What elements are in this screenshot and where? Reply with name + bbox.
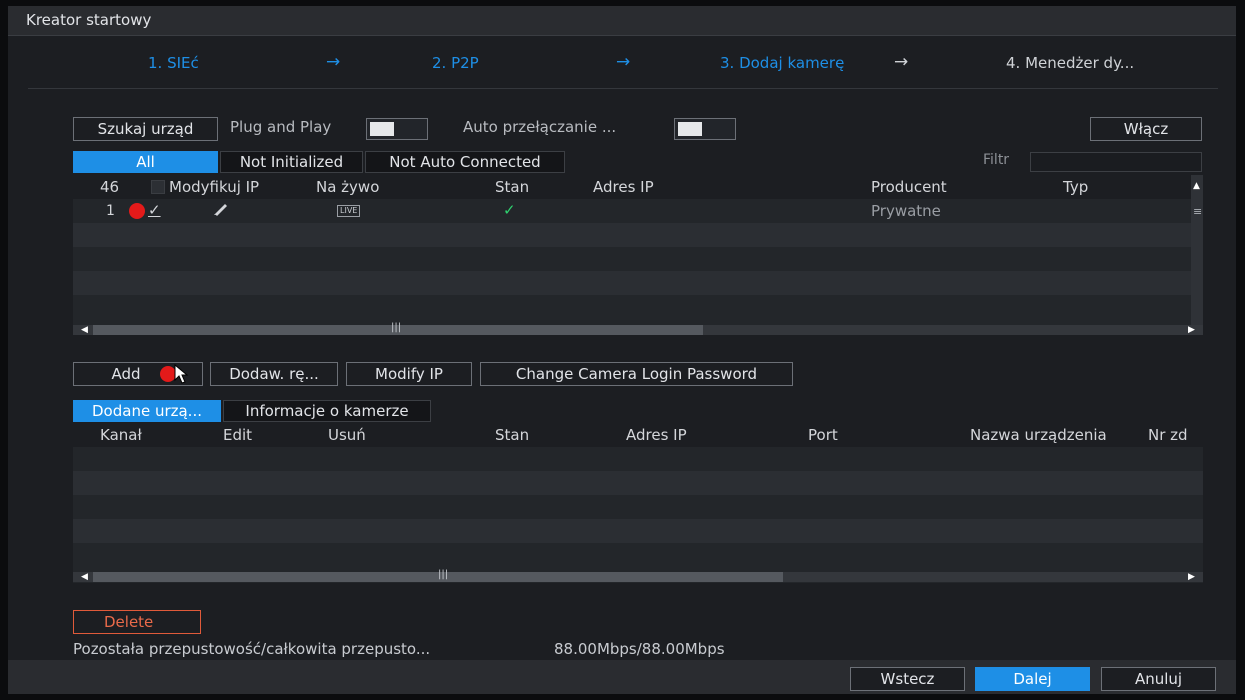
table-row[interactable]: [73, 247, 1203, 271]
step-divider: [28, 88, 1218, 89]
modify-ip-button[interactable]: Modify IP: [346, 362, 472, 386]
horizontal-scrollbar[interactable]: ◀ ||| ▶: [73, 569, 1203, 582]
cancel-button[interactable]: Anuluj: [1101, 667, 1216, 691]
col-port[interactable]: Port: [808, 426, 838, 444]
tab-not-auto-connected[interactable]: Not Auto Connected: [365, 151, 565, 173]
col-channel[interactable]: Kanał: [100, 426, 142, 444]
mouse-cursor-icon: [174, 363, 190, 388]
vertical-scrollbar[interactable]: ▲ ≡: [1191, 175, 1203, 325]
step-p2p[interactable]: 2. P2P: [432, 54, 479, 72]
auto-switch-toggle[interactable]: [674, 118, 736, 140]
table-header: 46 Modyfikuj IP Na żywo Stan Adres IP Pr…: [73, 175, 1203, 199]
row-manufacturer: Prywatne: [871, 202, 941, 220]
live-icon[interactable]: LIVE: [337, 205, 361, 217]
table-row[interactable]: [73, 543, 1203, 567]
horizontal-scrollbar[interactable]: ◀ ||| ▶: [73, 322, 1203, 335]
col-serial-number[interactable]: Nr zd: [1148, 426, 1188, 444]
startup-wizard-window: Kreator startowy 1. SIEć → 2. P2P → 3. D…: [8, 6, 1236, 694]
click-marker-icon: [129, 203, 145, 219]
tab-camera-info[interactable]: Informacje o kamerze: [223, 400, 431, 422]
table-row[interactable]: [73, 519, 1203, 543]
wizard-footer: Wstecz Dalej Anuluj: [8, 660, 1236, 694]
delete-button[interactable]: Delete: [73, 610, 201, 634]
title-bar: Kreator startowy: [8, 6, 1236, 36]
search-device-button[interactable]: Szukaj urząd: [73, 117, 218, 141]
step-network[interactable]: 1. SIEć: [148, 54, 199, 72]
col-live[interactable]: Na żywo: [316, 178, 379, 196]
plug-and-play-label: Plug and Play: [230, 118, 332, 136]
next-button[interactable]: Dalej: [975, 667, 1090, 691]
table-row[interactable]: 1 ✓ LIVE ✓ Prywatne: [73, 199, 1203, 223]
step-arrow-icon: →: [326, 52, 341, 72]
tab-all[interactable]: All: [73, 151, 218, 173]
added-devices-table: Kanał Edit Usuń Stan Adres IP Port Nazwa…: [73, 423, 1203, 583]
toggle-knob: [678, 122, 702, 136]
scroll-left-icon[interactable]: ◀: [81, 572, 88, 582]
manual-add-button[interactable]: Dodaw. rę...: [210, 362, 338, 386]
col-modify-ip[interactable]: Modyfikuj IP: [169, 178, 259, 196]
filter-label: Filtr: [983, 152, 1010, 168]
change-camera-password-button[interactable]: Change Camera Login Password: [480, 362, 793, 386]
col-status[interactable]: Stan: [495, 426, 529, 444]
scroll-right-icon[interactable]: ▶: [1188, 572, 1195, 582]
col-edit[interactable]: Edit: [223, 426, 252, 444]
search-results-table: 46 Modyfikuj IP Na żywo Stan Adres IP Pr…: [73, 175, 1203, 335]
bandwidth-label: Pozostała przepustowość/całkowita przepu…: [73, 640, 431, 658]
col-status[interactable]: Stan: [495, 178, 529, 196]
scroll-left-icon[interactable]: ◀: [81, 325, 88, 335]
table-row[interactable]: [73, 271, 1203, 295]
table-row[interactable]: [73, 471, 1203, 495]
step-disk-manager[interactable]: 4. Menedżer dy...: [1006, 54, 1134, 72]
col-device-name[interactable]: Nazwa urządzenia: [970, 426, 1107, 444]
toggle-knob: [370, 122, 394, 136]
window-title: Kreator startowy: [26, 11, 152, 29]
select-all-checkbox[interactable]: [151, 180, 165, 194]
table-row[interactable]: [73, 447, 1203, 471]
device-count: 46: [100, 178, 120, 196]
col-ip-address[interactable]: Adres IP: [626, 426, 687, 444]
table-row[interactable]: [73, 295, 1203, 319]
wizard-steps: 1. SIEć → 2. P2P → 3. Dodaj kamerę → 4. …: [8, 52, 1236, 80]
scroll-right-icon[interactable]: ▶: [1188, 325, 1195, 335]
step-add-camera[interactable]: 3. Dodaj kamerę: [720, 54, 844, 72]
scroll-grip-icon[interactable]: |||: [391, 322, 401, 333]
edit-pencil-icon[interactable]: [213, 202, 229, 220]
auto-switch-label: Auto przełączanie ...: [463, 118, 617, 136]
step-arrow-icon: →: [894, 52, 909, 72]
step-arrow-icon: →: [616, 52, 631, 72]
col-manufacturer[interactable]: Producent: [871, 178, 947, 196]
filter-input[interactable]: [1030, 152, 1202, 172]
tab-added-devices[interactable]: Dodane urzą...: [73, 400, 221, 422]
col-type[interactable]: Typ: [1063, 178, 1088, 196]
col-delete[interactable]: Usuń: [328, 426, 366, 444]
bandwidth-value: 88.00Mbps/88.00Mbps: [554, 640, 725, 658]
table-header: Kanał Edit Usuń Stan Adres IP Port Nazwa…: [73, 423, 1203, 447]
row-checkbox-check-icon[interactable]: ✓: [148, 201, 161, 219]
scroll-up-icon[interactable]: ▲: [1193, 181, 1200, 191]
plug-and-play-toggle[interactable]: [366, 118, 428, 140]
col-ip-address[interactable]: Adres IP: [593, 178, 654, 196]
enable-button[interactable]: Włącz: [1090, 117, 1202, 141]
table-row[interactable]: [73, 495, 1203, 519]
tab-not-initialized[interactable]: Not Initialized: [220, 151, 363, 173]
scroll-grip-icon[interactable]: ≡: [1193, 205, 1202, 218]
device-filter-tabs: All Not Initialized Not Auto Connected: [73, 151, 573, 173]
scroll-grip-icon[interactable]: |||: [438, 569, 448, 580]
row-index: 1: [106, 203, 115, 219]
back-button[interactable]: Wstecz: [850, 667, 965, 691]
added-device-tabs: Dodane urzą... Informacje o kamerze: [73, 400, 433, 422]
check-icon: ✓: [503, 201, 516, 219]
table-row[interactable]: [73, 223, 1203, 247]
